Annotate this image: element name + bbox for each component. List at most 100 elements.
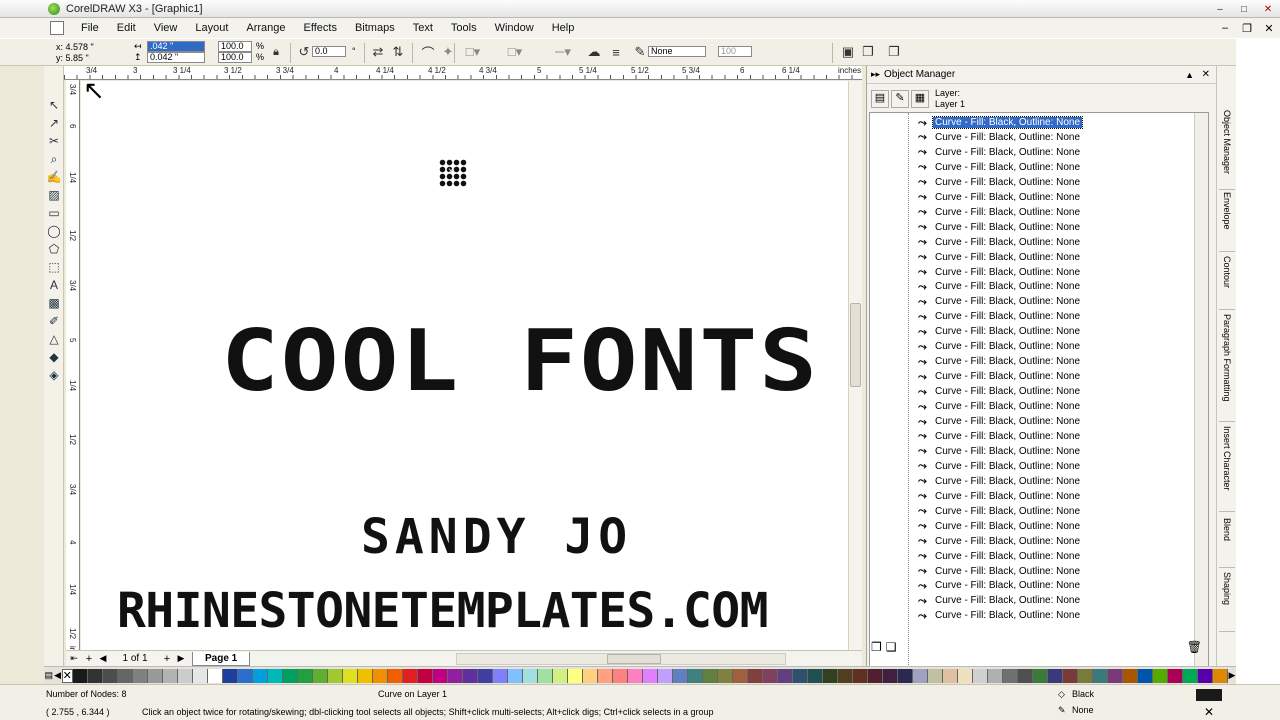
show-properties-icon[interactable]: ▤ (871, 90, 889, 108)
object-list-item[interactable]: ⤳ Curve - Fill: Black, Outline: None (918, 205, 1082, 220)
object-list-item[interactable]: ⤳ Curve - Fill: Black, Outline: None (918, 444, 1082, 459)
color-swatch[interactable] (807, 668, 823, 683)
doc-close-icon[interactable]: ✕ (1258, 18, 1280, 38)
object-list-item[interactable]: ⤳ Curve - Fill: Black, Outline: None (918, 324, 1082, 339)
object-list-item[interactable]: ⤳ Curve - Fill: Black, Outline: None (918, 250, 1082, 265)
color-swatch[interactable] (567, 668, 583, 683)
color-swatch[interactable] (1017, 668, 1033, 683)
color-swatch[interactable] (462, 668, 478, 683)
color-swatch[interactable] (642, 668, 658, 683)
outline-percent-field[interactable]: 100 (718, 46, 752, 57)
color-swatch[interactable] (492, 668, 508, 683)
line-style-dropdown[interactable]: ─▾ (548, 42, 578, 62)
combine-icon[interactable]: ❐ (884, 42, 904, 62)
color-swatch[interactable] (312, 668, 328, 683)
outline-width-select[interactable]: None (648, 46, 706, 57)
y-position-field[interactable]: y: 5.85 " (56, 53, 89, 63)
canvas-vertical-scrollbar[interactable] (848, 81, 862, 650)
color-swatch[interactable] (162, 668, 178, 683)
eyedropper-icon[interactable]: ✐ (44, 312, 64, 330)
object-list-item[interactable]: ⤳ Curve - Fill: Black, Outline: None (918, 175, 1082, 190)
color-swatch[interactable] (132, 668, 148, 683)
angle-field[interactable]: 0.0 (312, 46, 346, 57)
interactive-blend-icon[interactable]: ▩ (44, 294, 64, 312)
minimize-icon[interactable]: – (1208, 0, 1232, 18)
object-list-item[interactable]: ⤳ Curve - Fill: Black, Outline: None (918, 130, 1082, 145)
color-swatch[interactable] (72, 668, 88, 683)
tab-paragraph-formatting[interactable]: Paragraph Formatting (1219, 314, 1235, 422)
new-master-layer-icon[interactable]: ❑ (886, 640, 897, 654)
color-swatch[interactable] (897, 668, 913, 683)
object-list-item[interactable]: ⤳ Curve - Fill: Black, Outline: None (918, 593, 1082, 608)
color-swatch[interactable] (417, 668, 433, 683)
color-swatch[interactable] (87, 668, 103, 683)
object-list-item[interactable]: ⤳ Curve - Fill: Black, Outline: None (918, 145, 1082, 160)
color-swatch[interactable] (717, 668, 733, 683)
delete-icon[interactable]: 🗑︎ (1187, 640, 1202, 654)
color-swatch[interactable] (1032, 668, 1048, 683)
palette-scroll-left-icon[interactable]: ◀ (54, 670, 62, 681)
copy-properties-icon[interactable]: ❐ (858, 42, 878, 62)
first-page-icon[interactable]: ⇤ (66, 653, 82, 664)
object-list-item[interactable]: ⤳ Curve - Fill: Black, Outline: None (918, 474, 1082, 489)
color-swatch[interactable] (117, 668, 133, 683)
website-text[interactable]: RHINESTONETEMPLATES.COM (117, 581, 768, 641)
object-list-item[interactable]: ⤳ Curve - Fill: Black, Outline: None (918, 294, 1082, 309)
menu-window[interactable]: Window (486, 22, 543, 34)
menu-arrange[interactable]: Arrange (237, 22, 294, 34)
color-swatch[interactable] (297, 668, 313, 683)
object-list-item[interactable]: ⤳ Curve - Fill: Black, Outline: None (918, 384, 1082, 399)
color-swatch[interactable] (522, 668, 538, 683)
menu-layout[interactable]: Layout (186, 22, 237, 34)
color-swatch[interactable] (207, 668, 223, 683)
next-page-icon[interactable]: ▶ (174, 653, 188, 664)
menu-text[interactable]: Text (404, 22, 442, 34)
object-list-item[interactable]: ⤳ Curve - Fill: Black, Outline: None (918, 354, 1082, 369)
color-swatch[interactable] (177, 668, 193, 683)
lock-ratio-icon[interactable]: 🔒︎ (266, 42, 286, 62)
object-list-item[interactable]: ⤳ Curve - Fill: Black, Outline: None (918, 564, 1082, 579)
vertical-ruler[interactable]: 3/4 6 1/4 1/2 3/4 5 1/4 1/2 3/4 4 1/4 1/… (66, 80, 80, 665)
color-swatch[interactable] (552, 668, 568, 683)
object-list-item[interactable]: ⤳ Curve - Fill: Black, Outline: None (918, 489, 1082, 504)
color-swatch[interactable] (612, 668, 628, 683)
color-swatch[interactable] (1137, 668, 1153, 683)
horizontal-ruler[interactable]: 3/4 3 3 1/4 3 1/2 3 3/4 4 4 1/4 4 1/2 4 … (64, 66, 862, 80)
scale-x-field[interactable]: 100.0 (218, 41, 252, 52)
basic-shapes-icon[interactable]: ⬚ (44, 258, 64, 276)
color-swatch[interactable] (852, 668, 868, 683)
drawing-canvas[interactable]: ↖ × COOL FONTS SANDY JO RHINESTONETEMPLA… (81, 81, 848, 650)
document-icon[interactable] (50, 21, 64, 35)
color-swatch[interactable] (987, 668, 1003, 683)
menu-help[interactable]: Help (543, 22, 584, 34)
color-swatch[interactable] (147, 668, 163, 683)
tab-shaping[interactable]: Shaping (1219, 572, 1235, 632)
menu-edit[interactable]: Edit (108, 22, 145, 34)
sandy-jo-text[interactable]: SANDY JO (361, 511, 632, 563)
object-list-item[interactable]: ⤳ Curve - Fill: Black, Outline: None (918, 339, 1082, 354)
tab-envelope[interactable]: Envelope (1219, 192, 1235, 252)
zoom-tool-icon[interactable]: ⌕ (44, 150, 64, 168)
outline-tool-icon[interactable]: △ (44, 330, 64, 348)
object-list-item[interactable]: ⤳ Curve - Fill: Black, Outline: None (918, 519, 1082, 534)
color-swatch[interactable] (1122, 668, 1138, 683)
color-swatch[interactable] (402, 668, 418, 683)
color-swatch[interactable] (912, 668, 928, 683)
color-swatch[interactable] (702, 668, 718, 683)
object-list-item[interactable]: ⤳ Curve - Fill: Black, Outline: None (918, 608, 1082, 623)
menu-tools[interactable]: Tools (442, 22, 486, 34)
color-swatch[interactable] (972, 668, 988, 683)
color-swatch[interactable] (942, 668, 958, 683)
color-swatch[interactable] (282, 668, 298, 683)
color-swatch[interactable] (1062, 668, 1078, 683)
color-swatch[interactable] (537, 668, 553, 683)
object-list-item[interactable]: ⤳ Curve - Fill: Black, Outline: None (918, 220, 1082, 235)
tab-object-manager[interactable]: Object Manager (1219, 110, 1235, 190)
color-swatch[interactable] (792, 668, 808, 683)
mirror-vertical-icon[interactable]: ⇅ (388, 42, 408, 62)
color-swatch[interactable] (747, 668, 763, 683)
color-swatch[interactable] (582, 668, 598, 683)
fill-tool-icon[interactable]: ◆ (44, 348, 64, 366)
interactive-fill-icon[interactable]: ◈ (44, 366, 64, 384)
color-swatch[interactable] (1092, 668, 1108, 683)
